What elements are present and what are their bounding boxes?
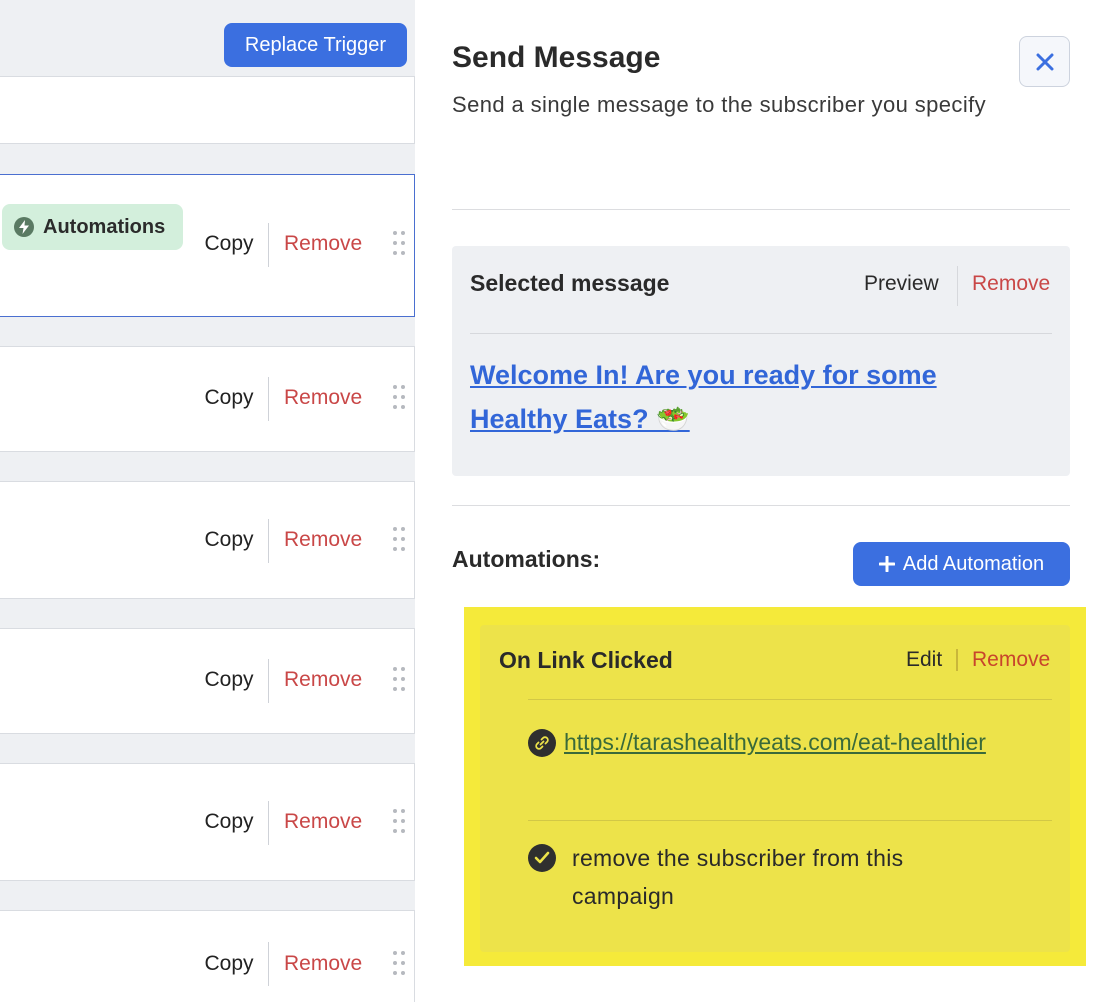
close-icon bbox=[1036, 53, 1053, 70]
remove-button[interactable]: Remove bbox=[284, 232, 362, 256]
drag-handle-icon[interactable] bbox=[391, 807, 407, 839]
plus-icon bbox=[878, 556, 895, 572]
action-divider bbox=[268, 942, 269, 986]
edit-automation-button[interactable]: Edit bbox=[906, 648, 942, 672]
action-divider bbox=[268, 519, 269, 563]
automation-title: On Link Clicked bbox=[499, 647, 673, 673]
step-card-4[interactable]: Copy Remove bbox=[0, 628, 415, 734]
add-automation-button[interactable]: Add Automation bbox=[853, 542, 1070, 586]
automation-card: On Link Clicked Edit Remove https://tara… bbox=[480, 625, 1070, 952]
drag-handle-icon[interactable] bbox=[391, 525, 407, 557]
panel-title: Send Message bbox=[452, 41, 661, 74]
automations-label: Automations: bbox=[452, 546, 601, 572]
action-divider bbox=[957, 266, 958, 306]
automation-divider bbox=[528, 820, 1052, 821]
drag-handle-icon[interactable] bbox=[391, 665, 407, 697]
copy-button[interactable]: Copy bbox=[190, 386, 268, 410]
automation-divider bbox=[528, 699, 1052, 700]
remove-button[interactable]: Remove bbox=[284, 386, 362, 410]
send-message-panel: Send Message Send a single message to th… bbox=[415, 0, 1104, 1002]
trigger-card[interactable] bbox=[0, 76, 415, 144]
step-card-1[interactable]: Automations Copy Remove bbox=[0, 174, 415, 317]
step-card-5[interactable]: Copy Remove bbox=[0, 763, 415, 881]
close-button[interactable] bbox=[1019, 36, 1070, 87]
section-divider bbox=[452, 505, 1070, 506]
remove-message-button[interactable]: Remove bbox=[972, 272, 1050, 296]
step-card-3[interactable]: Copy Remove bbox=[0, 481, 415, 599]
selected-message-box: Selected message Preview Remove Welcome … bbox=[452, 246, 1070, 476]
drag-handle-icon[interactable] bbox=[391, 383, 407, 415]
action-divider bbox=[268, 801, 269, 845]
copy-button[interactable]: Copy bbox=[190, 668, 268, 692]
automations-tag: Automations bbox=[2, 204, 183, 250]
copy-button[interactable]: Copy bbox=[190, 528, 268, 552]
copy-button[interactable]: Copy bbox=[190, 952, 268, 976]
message-title-link[interactable]: Welcome In! Are you ready for some Healt… bbox=[470, 353, 1030, 441]
automations-tag-label: Automations bbox=[43, 215, 166, 238]
copy-button[interactable]: Copy bbox=[190, 810, 268, 834]
remove-button[interactable]: Remove bbox=[284, 810, 362, 834]
remove-button[interactable]: Remove bbox=[284, 952, 362, 976]
replace-trigger-button[interactable]: Replace Trigger bbox=[224, 23, 407, 67]
automation-action-text: remove the subscriber from this campaign bbox=[572, 845, 904, 909]
panel-subtitle: Send a single message to the subscriber … bbox=[452, 92, 987, 117]
action-divider bbox=[268, 223, 269, 267]
preview-button[interactable]: Preview bbox=[864, 272, 939, 296]
add-automation-label: Add Automation bbox=[902, 552, 1045, 575]
action-divider bbox=[268, 377, 269, 421]
action-divider bbox=[956, 649, 958, 671]
selected-message-divider bbox=[470, 333, 1052, 334]
action-divider bbox=[268, 659, 269, 703]
check-icon bbox=[528, 844, 556, 872]
step-card-2[interactable]: Copy Remove bbox=[0, 346, 415, 452]
remove-button[interactable]: Remove bbox=[284, 668, 362, 692]
automation-link-url[interactable]: https://tarashealthyeats.com/eat-healthi… bbox=[528, 724, 1048, 761]
drag-handle-icon[interactable] bbox=[391, 229, 407, 261]
link-icon bbox=[528, 729, 556, 757]
drag-handle-icon[interactable] bbox=[391, 949, 407, 981]
section-divider bbox=[452, 209, 1070, 210]
selected-message-title: Selected message bbox=[470, 270, 670, 296]
lightning-bolt-icon bbox=[14, 217, 34, 237]
remove-button[interactable]: Remove bbox=[284, 528, 362, 552]
copy-button[interactable]: Copy bbox=[190, 232, 268, 256]
trigger-header: Replace Trigger bbox=[0, 0, 415, 76]
workflow-steps-pane: Replace Trigger Automations Copy Remove … bbox=[0, 0, 415, 1002]
remove-automation-button[interactable]: Remove bbox=[972, 648, 1050, 672]
step-card-6[interactable]: Copy Remove bbox=[0, 910, 415, 1002]
